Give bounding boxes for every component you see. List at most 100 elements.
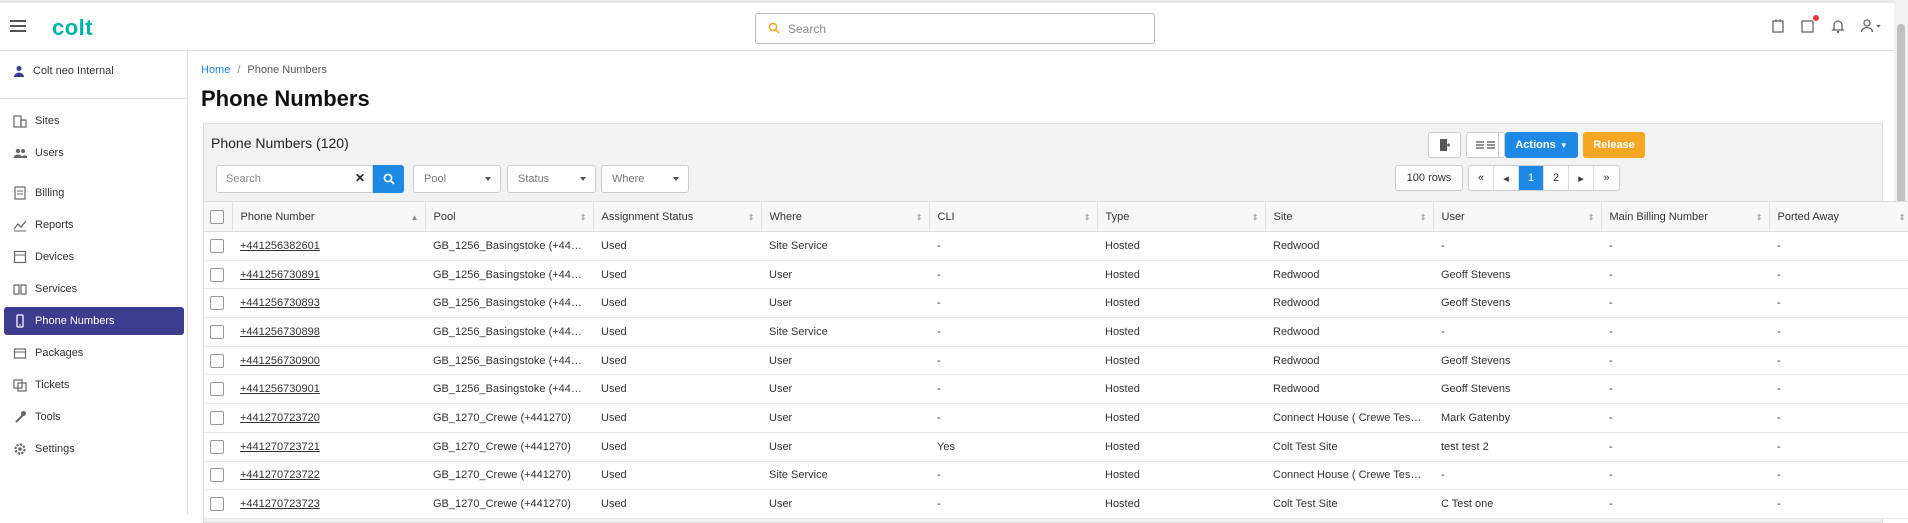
table-row[interactable]: +441256730891 GB_1256_Basingstoke (+44… Us… bbox=[204, 260, 1908, 290]
release-button[interactable]: Release bbox=[1583, 132, 1645, 158]
last-page-button[interactable]: » bbox=[1594, 166, 1619, 190]
phone-number-link[interactable]: +441270723721 bbox=[240, 441, 320, 453]
column-header[interactable]: Assignment Status ⇕ bbox=[593, 201, 762, 232]
table-cell: Used bbox=[593, 461, 761, 491]
cart-icon[interactable] bbox=[1770, 18, 1786, 34]
table-row[interactable]: +441270723721 GB_1270_Crewe (+441270) Used… bbox=[204, 432, 1908, 462]
account-switcher[interactable]: Colt neo Internal bbox=[13, 65, 114, 77]
next-page-button[interactable]: ▸ bbox=[1569, 166, 1594, 190]
table-row[interactable]: +441256382601 GB_1256_Basingstoke (+44… Us… bbox=[204, 231, 1908, 261]
table-row[interactable]: +441256730893 GB_1256_Basingstoke (+44… Us… bbox=[204, 288, 1908, 319]
menu-icon[interactable] bbox=[10, 20, 26, 32]
search-input[interactable] bbox=[788, 19, 1138, 39]
rows-per-page-select[interactable]: 100 rows bbox=[1395, 165, 1463, 191]
pool-filter-dropdown[interactable]: Pool bbox=[413, 165, 501, 193]
table-header-row: Phone Number ▲ Pool ⇕ Assignment Status ⇕ W… bbox=[204, 201, 1908, 232]
user-menu-icon[interactable] bbox=[1860, 18, 1882, 34]
phone-number-link[interactable]: +441256730898 bbox=[240, 326, 320, 338]
export-button[interactable] bbox=[1428, 132, 1461, 158]
phone-number-link[interactable]: +441256730901 bbox=[240, 383, 320, 395]
sidebar-item-phone-numbers[interactable]: Phone Numbers bbox=[4, 307, 184, 335]
sidebar-item-tools[interactable]: Tools bbox=[4, 403, 184, 431]
table-cell: Hosted bbox=[1097, 317, 1265, 347]
table-row[interactable]: +441270723720 GB_1270_Crewe (+441270) Used… bbox=[204, 403, 1908, 433]
column-header[interactable]: Phone Number ▲ bbox=[232, 201, 426, 232]
row-checkbox[interactable] bbox=[210, 382, 224, 397]
table-row[interactable]: +441270723723 GB_1270_Crewe (+441270) Used… bbox=[204, 489, 1908, 519]
column-header[interactable]: CLI ⇕ bbox=[929, 201, 1098, 232]
table-cell: User bbox=[761, 374, 929, 405]
page-button-1[interactable]: 1 bbox=[1519, 166, 1544, 190]
where-filter-dropdown[interactable]: Where bbox=[601, 165, 689, 193]
column-header[interactable]: Pool ⇕ bbox=[425, 201, 594, 232]
table-search[interactable]: ✕ bbox=[216, 165, 373, 193]
phone-number-link[interactable]: +441256730891 bbox=[240, 269, 320, 281]
bell-icon[interactable] bbox=[1830, 18, 1846, 34]
search-submit-button[interactable] bbox=[373, 165, 404, 193]
table-cell: +441270723722 bbox=[232, 461, 425, 491]
actions-button[interactable]: Actions ▼ bbox=[1505, 132, 1578, 158]
export-icon bbox=[1439, 139, 1450, 151]
table-search-input[interactable] bbox=[226, 171, 346, 187]
column-header-label: Site bbox=[1273, 210, 1293, 223]
column-header[interactable]: Ported Away ⇕ bbox=[1769, 201, 1908, 232]
tools-icon bbox=[15, 411, 26, 423]
sidebar-item-devices[interactable]: Devices bbox=[4, 243, 184, 271]
phone-number-link[interactable]: +441256730893 bbox=[240, 297, 320, 309]
sidebar-item-tickets[interactable]: Tickets bbox=[4, 371, 184, 399]
table-row[interactable]: +441256730900 GB_1256_Basingstoke (+44… Us… bbox=[204, 346, 1908, 376]
row-checkbox[interactable] bbox=[210, 439, 224, 454]
phone-number-link[interactable]: +441270723720 bbox=[240, 412, 320, 424]
table-cell: Site Service bbox=[761, 231, 929, 261]
sidebar-item-reports[interactable]: Reports bbox=[4, 211, 184, 239]
row-checkbox[interactable] bbox=[210, 497, 224, 512]
sidebar-item-sites[interactable]: Sites bbox=[4, 107, 184, 135]
column-header[interactable]: Where ⇕ bbox=[761, 201, 930, 232]
clear-icon[interactable]: ✕ bbox=[355, 171, 365, 185]
row-checkbox[interactable] bbox=[210, 353, 224, 368]
phone-number-link[interactable]: +441270723723 bbox=[240, 498, 320, 510]
table-cell: Geoff Stevens bbox=[1433, 260, 1601, 290]
table-row[interactable]: +441256730901 GB_1256_Basingstoke (+44… Us… bbox=[204, 374, 1908, 405]
phone-number-link[interactable]: +441256382601 bbox=[240, 240, 320, 252]
column-header[interactable]: Type ⇕ bbox=[1097, 201, 1266, 232]
sort-icon: ⇕ bbox=[1251, 213, 1259, 222]
logo[interactable]: colt bbox=[52, 15, 93, 41]
status-filter-dropdown[interactable]: Status bbox=[507, 165, 596, 193]
row-checkbox[interactable] bbox=[210, 267, 224, 282]
breadcrumb-home-link[interactable]: Home bbox=[201, 64, 230, 76]
column-header[interactable]: Main Billing Number ⇕ bbox=[1601, 201, 1770, 232]
table-row[interactable]: +441270723722 GB_1270_Crewe (+441270) Used… bbox=[204, 461, 1908, 491]
sidebar-item-settings[interactable]: Settings bbox=[4, 435, 184, 463]
sidebar-item-packages[interactable]: Packages bbox=[4, 339, 184, 367]
search-icon bbox=[383, 173, 395, 185]
table-cell: User bbox=[761, 346, 929, 376]
phone-number-link[interactable]: +441256730900 bbox=[240, 355, 320, 367]
row-checkbox[interactable] bbox=[210, 324, 224, 339]
column-header[interactable]: User ⇕ bbox=[1433, 201, 1602, 232]
table-cell: - bbox=[1601, 288, 1769, 319]
row-checkbox[interactable] bbox=[210, 468, 224, 483]
global-search[interactable] bbox=[755, 13, 1155, 44]
table-cell: - bbox=[929, 489, 1097, 519]
table-row[interactable]: +441256730898 GB_1256_Basingstoke (+44… Us… bbox=[204, 317, 1908, 347]
sidebar-item-users[interactable]: Users bbox=[4, 139, 184, 167]
header-icons bbox=[1770, 14, 1882, 34]
first-page-button[interactable]: « bbox=[1469, 166, 1494, 190]
select-all-checkbox[interactable] bbox=[210, 209, 224, 224]
page-button-2[interactable]: 2 bbox=[1544, 166, 1569, 190]
column-header[interactable]: Site ⇕ bbox=[1265, 201, 1434, 232]
table-cell: User bbox=[761, 489, 929, 519]
prev-page-button[interactable]: ◂ bbox=[1494, 166, 1519, 190]
row-checkbox[interactable] bbox=[210, 238, 224, 253]
sidebar-item-services[interactable]: Services bbox=[4, 275, 184, 303]
sidebar-item-billing[interactable]: Billing bbox=[4, 179, 184, 207]
row-checkbox[interactable] bbox=[210, 410, 224, 425]
row-checkbox[interactable] bbox=[210, 296, 224, 311]
chevron-down-icon: ▼ bbox=[1559, 140, 1568, 150]
phone-number-link[interactable]: +441270723722 bbox=[240, 469, 320, 481]
table-cell: GB_1256_Basingstoke (+44… bbox=[425, 231, 593, 261]
table-cell: Yes bbox=[929, 432, 1097, 462]
columns-button[interactable] bbox=[1466, 132, 1505, 158]
tasks-icon[interactable] bbox=[1800, 14, 1820, 34]
